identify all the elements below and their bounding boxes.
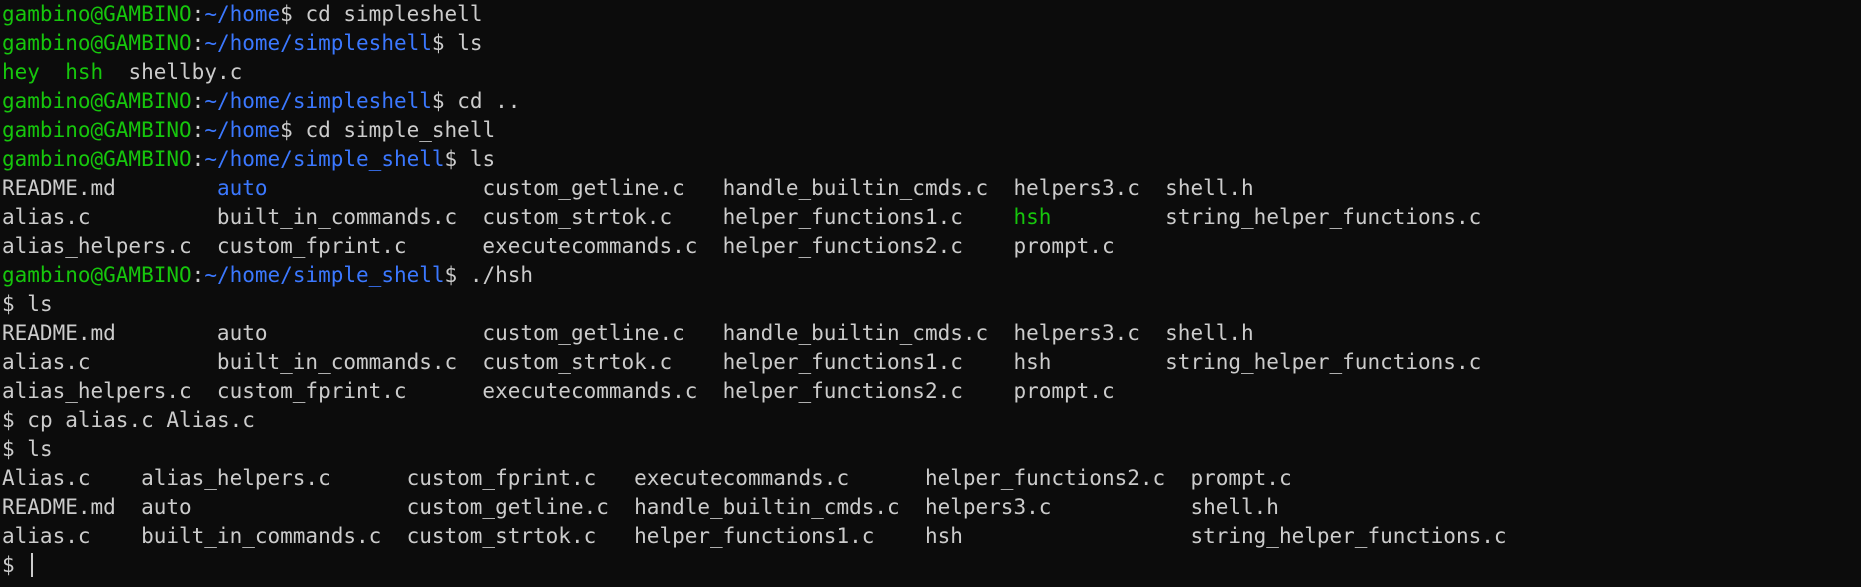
command-text: ls bbox=[27, 437, 53, 461]
prompt-path: ~/home/simple_shell bbox=[204, 147, 445, 171]
file-name: alias.c built_in_commands.c custom_strto… bbox=[2, 205, 1014, 229]
command-text: cd .. bbox=[457, 89, 521, 113]
shell-prompt: $ bbox=[2, 553, 28, 577]
prompt-path: ~/home bbox=[204, 2, 281, 26]
file-name: README.md auto custom_getline.c handle_b… bbox=[2, 321, 1254, 345]
active-input-line[interactable]: $ bbox=[2, 551, 1861, 580]
shell-line: $ ls bbox=[2, 435, 1861, 464]
file-name: shellby.c bbox=[103, 60, 243, 84]
prompt-path: ~/home/simpleshell bbox=[204, 89, 432, 113]
executable-file-name: hsh bbox=[65, 60, 104, 84]
prompt-path: ~/home/simpleshell bbox=[204, 31, 432, 55]
prompt-user-host: gambino@GAMBINO bbox=[2, 263, 192, 287]
ls-output-line: alias_helpers.c custom_fprint.c executec… bbox=[2, 377, 1861, 406]
shell-prompt: $ bbox=[2, 437, 28, 461]
ls-output-line: alias.c built_in_commands.c custom_strto… bbox=[2, 348, 1861, 377]
column-gap bbox=[40, 60, 65, 84]
terminal-window[interactable]: gambino@GAMBINO:~/home$ cd simpleshell g… bbox=[0, 0, 1861, 587]
prompt-user-host: gambino@GAMBINO bbox=[2, 118, 192, 142]
file-name: README.md auto custom_getline.c handle_b… bbox=[2, 495, 1279, 519]
ls-output-line: alias.c built_in_commands.c custom_strto… bbox=[2, 522, 1861, 551]
prompt-dollar: $ bbox=[431, 89, 458, 113]
file-name: Alias.c alias_helpers.c custom_fprint.c … bbox=[2, 466, 1292, 490]
file-name: string_helper_functions.c bbox=[1051, 205, 1482, 229]
prompt-user-host: gambino@GAMBINO bbox=[2, 147, 192, 171]
terminal-line: gambino@GAMBINO:~/home/simpleshell$ ls bbox=[2, 29, 1861, 58]
shell-prompt: $ bbox=[2, 292, 28, 316]
ls-output-line: hey hsh shellby.c bbox=[2, 58, 1861, 87]
prompt-path: ~/home/simple_shell bbox=[204, 263, 445, 287]
text-cursor bbox=[31, 553, 34, 577]
command-text: ls bbox=[469, 147, 496, 171]
file-name: alias_helpers.c custom_fprint.c executec… bbox=[2, 379, 1115, 403]
command-text: ./hsh bbox=[469, 263, 534, 287]
command-text: cd simpleshell bbox=[305, 2, 483, 26]
terminal-line: gambino@GAMBINO:~/home$ cd simple_shell bbox=[2, 116, 1861, 145]
executable-file-name: hsh bbox=[1013, 205, 1052, 229]
prompt-separator: : bbox=[191, 263, 205, 287]
file-name: alias_helpers.c custom_fprint.c executec… bbox=[2, 234, 1115, 258]
command-text: cd simple_shell bbox=[305, 118, 496, 142]
shell-line: $ ls bbox=[2, 290, 1861, 319]
command-text: ls bbox=[27, 292, 53, 316]
file-name: alias.c built_in_commands.c custom_strto… bbox=[2, 524, 1507, 548]
terminal-line: gambino@GAMBINO:~/home/simpleshell$ cd .… bbox=[2, 87, 1861, 116]
prompt-path: ~/home bbox=[204, 118, 281, 142]
terminal-line: gambino@GAMBINO:~/home/simple_shell$ ls bbox=[2, 145, 1861, 174]
ls-output-line: README.md auto custom_getline.c handle_b… bbox=[2, 493, 1861, 522]
prompt-separator: : bbox=[191, 89, 205, 113]
prompt-separator: : bbox=[191, 2, 205, 26]
prompt-dollar: $ bbox=[444, 147, 470, 171]
prompt-user-host: gambino@GAMBINO bbox=[2, 31, 192, 55]
terminal-line: gambino@GAMBINO:~/home/simple_shell$ ./h… bbox=[2, 261, 1861, 290]
prompt-user-host: gambino@GAMBINO bbox=[2, 89, 192, 113]
prompt-dollar: $ bbox=[280, 118, 306, 142]
directory-name: auto bbox=[216, 176, 268, 200]
ls-output-line: Alias.c alias_helpers.c custom_fprint.c … bbox=[2, 464, 1861, 493]
command-text: cp alias.c Alias.c bbox=[27, 408, 255, 432]
shell-prompt: $ bbox=[2, 408, 28, 432]
prompt-dollar: $ bbox=[431, 31, 458, 55]
prompt-separator: : bbox=[191, 31, 205, 55]
ls-output-line: README.md auto custom_getline.c handle_b… bbox=[2, 319, 1861, 348]
terminal-line: gambino@GAMBINO:~/home$ cd simpleshell bbox=[2, 0, 1861, 29]
file-name: README.md bbox=[2, 176, 217, 200]
command-text: ls bbox=[457, 31, 483, 55]
file-name: alias.c built_in_commands.c custom_strto… bbox=[2, 350, 1482, 374]
ls-output-line: alias_helpers.c custom_fprint.c executec… bbox=[2, 232, 1861, 261]
shell-line: $ cp alias.c Alias.c bbox=[2, 406, 1861, 435]
prompt-separator: : bbox=[191, 147, 205, 171]
executable-file-name: hey bbox=[2, 60, 40, 84]
ls-output-line: README.md auto custom_getline.c handle_b… bbox=[2, 174, 1861, 203]
prompt-dollar: $ bbox=[444, 263, 470, 287]
prompt-separator: : bbox=[191, 118, 205, 142]
prompt-user-host: gambino@GAMBINO bbox=[2, 2, 192, 26]
ls-output-line: alias.c built_in_commands.c custom_strto… bbox=[2, 203, 1861, 232]
prompt-dollar: $ bbox=[280, 2, 306, 26]
file-name: custom_getline.c handle_builtin_cmds.c h… bbox=[267, 176, 1254, 200]
